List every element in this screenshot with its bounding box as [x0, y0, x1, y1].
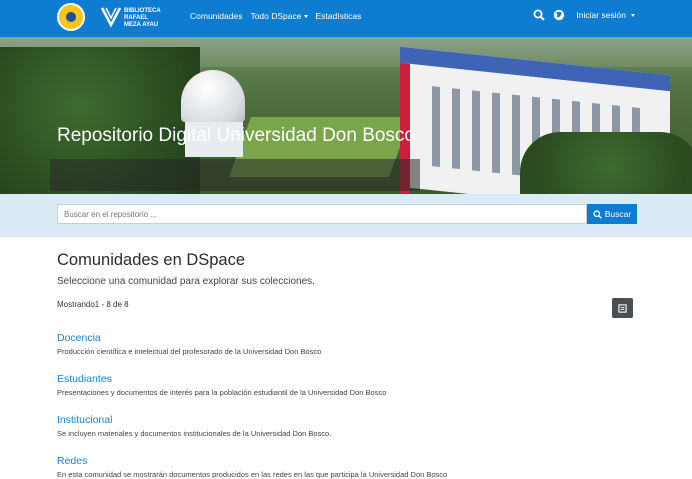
list-item: Institucional Se incluyen materiales y d… — [57, 414, 657, 438]
main-nav: Comunidades Todo DSpace Estadísticas — [190, 11, 361, 21]
community-link-estudiantes[interactable]: Estudiantes — [57, 373, 657, 385]
observatory-dome — [181, 70, 245, 122]
search-band: Buscar — [0, 194, 692, 237]
university-seal-logo[interactable] — [57, 3, 85, 31]
community-description: Producción científica e intelectual del … — [57, 347, 322, 356]
community-description: Se incluyen materiales y documentos inst… — [57, 429, 332, 438]
logo-line-3: MEZA AYAU — [124, 22, 159, 28]
list-item: Docencia Producción científica e intelec… — [57, 332, 657, 356]
repository-search-input[interactable] — [57, 204, 587, 224]
community-description: Presentaciones y documentos de interés p… — [57, 388, 387, 397]
community-description: En esta comunidad se mostrarán documento… — [57, 470, 448, 479]
page-subtitle: Seleccione una comunidad para explorar s… — [57, 276, 315, 287]
nav-right-tools: Iniciar sesión — [532, 8, 635, 22]
page-title: Comunidades en DSpace — [57, 251, 246, 269]
top-navbar: BIBLIOTECA RAFAEL MEZA AYAU Comunidades … — [0, 0, 692, 37]
export-button[interactable] — [612, 298, 633, 318]
nav-all-dspace[interactable]: Todo DSpace — [250, 11, 308, 21]
hero-caption-band — [50, 159, 420, 191]
community-link-docencia[interactable]: Docencia — [57, 332, 657, 344]
search-icon — [593, 209, 602, 219]
list-item: Redes En esta comunidad se mostrarán doc… — [57, 455, 657, 479]
list-item: Estudiantes Presentaciones y documentos … — [57, 373, 657, 397]
login-label: Iniciar sesión — [576, 10, 626, 20]
library-logo-text: BIBLIOTECA RAFAEL MEZA AYAU — [124, 8, 161, 29]
library-logo-mark-icon — [100, 7, 122, 28]
hero-banner — [0, 37, 692, 194]
community-link-redes[interactable]: Redes — [57, 455, 657, 467]
chevron-down-icon — [631, 14, 635, 18]
hero-trees-right — [520, 132, 692, 194]
nav-statistics[interactable]: Estadísticas — [316, 11, 362, 21]
hero-title: Repositorio Digital Universidad Don Bosc… — [57, 125, 416, 146]
login-menu[interactable]: Iniciar sesión — [576, 10, 635, 20]
logo-line-1: BIBLIOTECA — [124, 8, 161, 14]
search-icon[interactable] — [532, 8, 546, 22]
nav-communities[interactable]: Comunidades — [190, 11, 242, 21]
globe-icon[interactable] — [552, 8, 566, 22]
search-button-label: Buscar — [604, 209, 632, 219]
community-link-institucional[interactable]: Institucional — [57, 414, 657, 426]
nav-all-dspace-label: Todo DSpace — [250, 11, 302, 21]
library-logo[interactable]: BIBLIOTECA RAFAEL MEZA AYAU — [100, 3, 164, 31]
chevron-down-icon — [303, 15, 308, 19]
export-icon — [618, 303, 627, 313]
logo-line-2: RAFAEL — [124, 15, 148, 21]
search-button[interactable]: Buscar — [587, 204, 637, 224]
results-count: Mostrando1 - 8 de 8 — [57, 300, 129, 309]
